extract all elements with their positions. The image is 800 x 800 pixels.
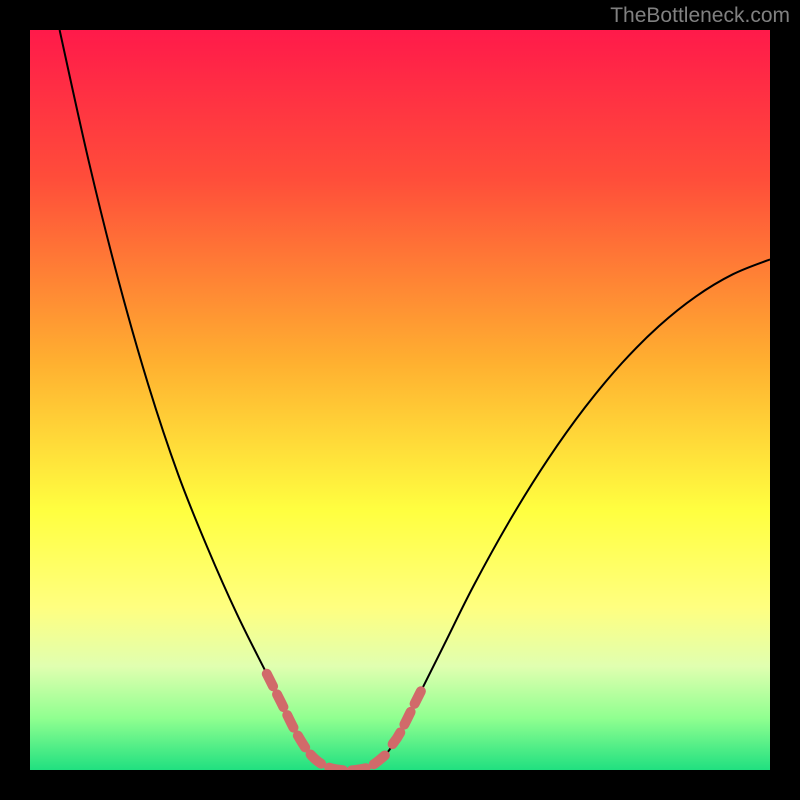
chart-background xyxy=(30,30,770,770)
chart-svg xyxy=(30,30,770,770)
watermark-text: TheBottleneck.com xyxy=(610,4,790,28)
chart-plot-area xyxy=(30,30,770,770)
